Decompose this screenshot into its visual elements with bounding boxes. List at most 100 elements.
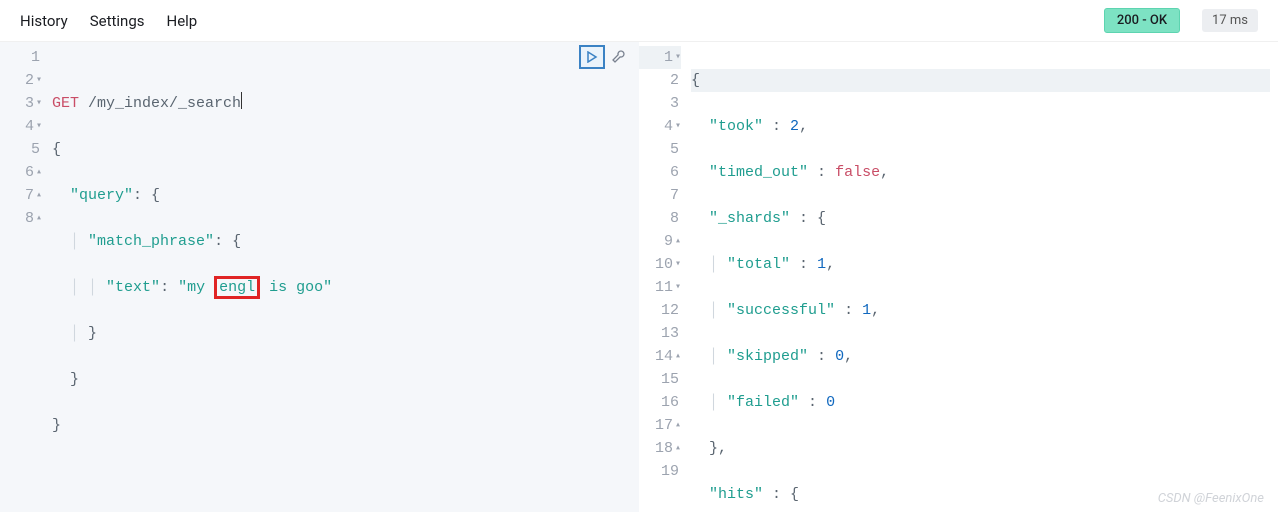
fold-icon[interactable]: ▴ (675, 345, 681, 368)
code-token: : (808, 164, 835, 181)
code-token: : (790, 256, 817, 273)
fold-icon[interactable]: ▾ (36, 92, 42, 115)
code-token: { (691, 72, 700, 89)
code-token: "successful" (727, 302, 835, 319)
fold-icon[interactable]: ▴ (675, 230, 681, 253)
line-number: 1 (31, 46, 40, 69)
code-token: , (844, 348, 853, 365)
fold-icon[interactable]: ▾ (675, 276, 681, 299)
line-number: 7 (670, 184, 679, 207)
code-token: "total" (727, 256, 790, 273)
code-token: } (88, 325, 97, 342)
fold-icon[interactable]: ▴ (675, 414, 681, 437)
code-token: "failed" (727, 394, 799, 411)
line-number: 5 (31, 138, 40, 161)
line-number: 2 (670, 69, 679, 92)
code-token: "skipped" (727, 348, 808, 365)
run-button[interactable] (579, 45, 605, 69)
line-number: 9 (664, 230, 673, 253)
line-number: 18 (655, 437, 673, 460)
code-token: : (808, 348, 835, 365)
response-viewer[interactable]: { "took" : 2, "timed_out" : false, "_sha… (687, 42, 1278, 512)
fold-icon[interactable]: ▴ (36, 161, 42, 184)
request-pane: 1 2▾ 3▾ 4▾ 5 6▴ 7▴ 8▴ GET /my_index/_sea… (0, 42, 639, 512)
code-token: : { (790, 210, 826, 227)
code-token: { (52, 141, 61, 158)
menu-history[interactable]: History (20, 12, 68, 30)
code-token: "_shards" (709, 210, 790, 227)
code-token: } (52, 417, 61, 434)
code-token: 1 (862, 302, 871, 319)
code-token: : (835, 302, 862, 319)
line-number: 6 (25, 161, 34, 184)
code-token: "hits" (709, 486, 763, 503)
fold-icon[interactable]: ▴ (36, 184, 42, 207)
code-token: false (835, 164, 880, 181)
code-token: , (871, 302, 880, 319)
fold-icon[interactable]: ▾ (675, 253, 681, 276)
response-pane: 1▾ 2 3 4▾ 5 6 7 8 9▴ 10▾ 11▾ 12 13 14▴ 1… (639, 42, 1278, 512)
line-number: 2 (25, 69, 34, 92)
menu-left: History Settings Help (20, 12, 197, 30)
code-token: 1 (817, 256, 826, 273)
status-badge: 200 - OK (1104, 8, 1180, 33)
menu-help[interactable]: Help (167, 12, 198, 30)
code-token: } (70, 371, 79, 388)
code-token: "took" (709, 118, 763, 135)
code-token: : { (763, 486, 799, 503)
request-editor[interactable]: GET /my_index/_search { "query": { │ "ma… (48, 42, 639, 512)
menu-settings[interactable]: Settings (90, 12, 145, 30)
code-token: : { (214, 233, 241, 250)
line-number: 12 (661, 299, 679, 322)
fold-icon[interactable]: ▴ (36, 207, 42, 230)
line-number: 13 (661, 322, 679, 345)
code-token: "timed_out" (709, 164, 808, 181)
code-token: 0 (826, 394, 835, 411)
line-number: 6 (670, 161, 679, 184)
play-controls (579, 45, 629, 69)
code-token: }, (709, 440, 727, 457)
code-token: : (160, 279, 178, 296)
editor-split: 1 2▾ 3▾ 4▾ 5 6▴ 7▴ 8▴ GET /my_index/_sea… (0, 42, 1278, 512)
http-method: GET (52, 95, 79, 112)
code-token: , (799, 118, 808, 135)
response-gutter: 1▾ 2 3 4▾ 5 6 7 8 9▴ 10▾ 11▾ 12 13 14▴ 1… (639, 42, 687, 512)
code-token: : (799, 394, 826, 411)
line-number: 11 (655, 276, 673, 299)
line-number: 19 (661, 460, 679, 483)
line-number: 4 (664, 115, 673, 138)
line-number: 3 (25, 92, 34, 115)
code-token: "my (178, 279, 214, 296)
request-gutter: 1 2▾ 3▾ 4▾ 5 6▴ 7▴ 8▴ (0, 42, 48, 512)
line-number: 14 (655, 345, 673, 368)
line-number: 16 (661, 391, 679, 414)
code-token: engl (219, 279, 255, 296)
time-badge: 17 ms (1202, 9, 1258, 32)
code-token: : (763, 118, 790, 135)
code-token: "text" (106, 279, 160, 296)
menubar: History Settings Help 200 - OK 17 ms (0, 0, 1278, 42)
fold-icon[interactable]: ▾ (675, 115, 681, 138)
line-number: 3 (670, 92, 679, 115)
line-number: 7 (25, 184, 34, 207)
code-token: 0 (835, 348, 844, 365)
line-number: 4 (25, 115, 34, 138)
code-token: is goo" (260, 279, 332, 296)
line-number: 8 (670, 207, 679, 230)
line-number: 15 (661, 368, 679, 391)
fold-icon[interactable]: ▾ (675, 46, 681, 69)
fold-icon[interactable]: ▾ (36, 69, 42, 92)
request-path: /my_index/_search (79, 95, 241, 112)
line-number: 10 (655, 253, 673, 276)
tools-button[interactable] (607, 46, 629, 68)
line-number: 17 (655, 414, 673, 437)
code-token: , (880, 164, 889, 181)
code-token: 2 (790, 118, 799, 135)
fold-icon[interactable]: ▾ (36, 115, 42, 138)
fold-icon[interactable]: ▴ (675, 437, 681, 460)
code-token: "match_phrase" (88, 233, 214, 250)
annotation-box: engl (214, 276, 260, 299)
wrench-icon (610, 49, 626, 65)
line-number: 1 (664, 46, 673, 69)
play-icon (586, 51, 598, 63)
